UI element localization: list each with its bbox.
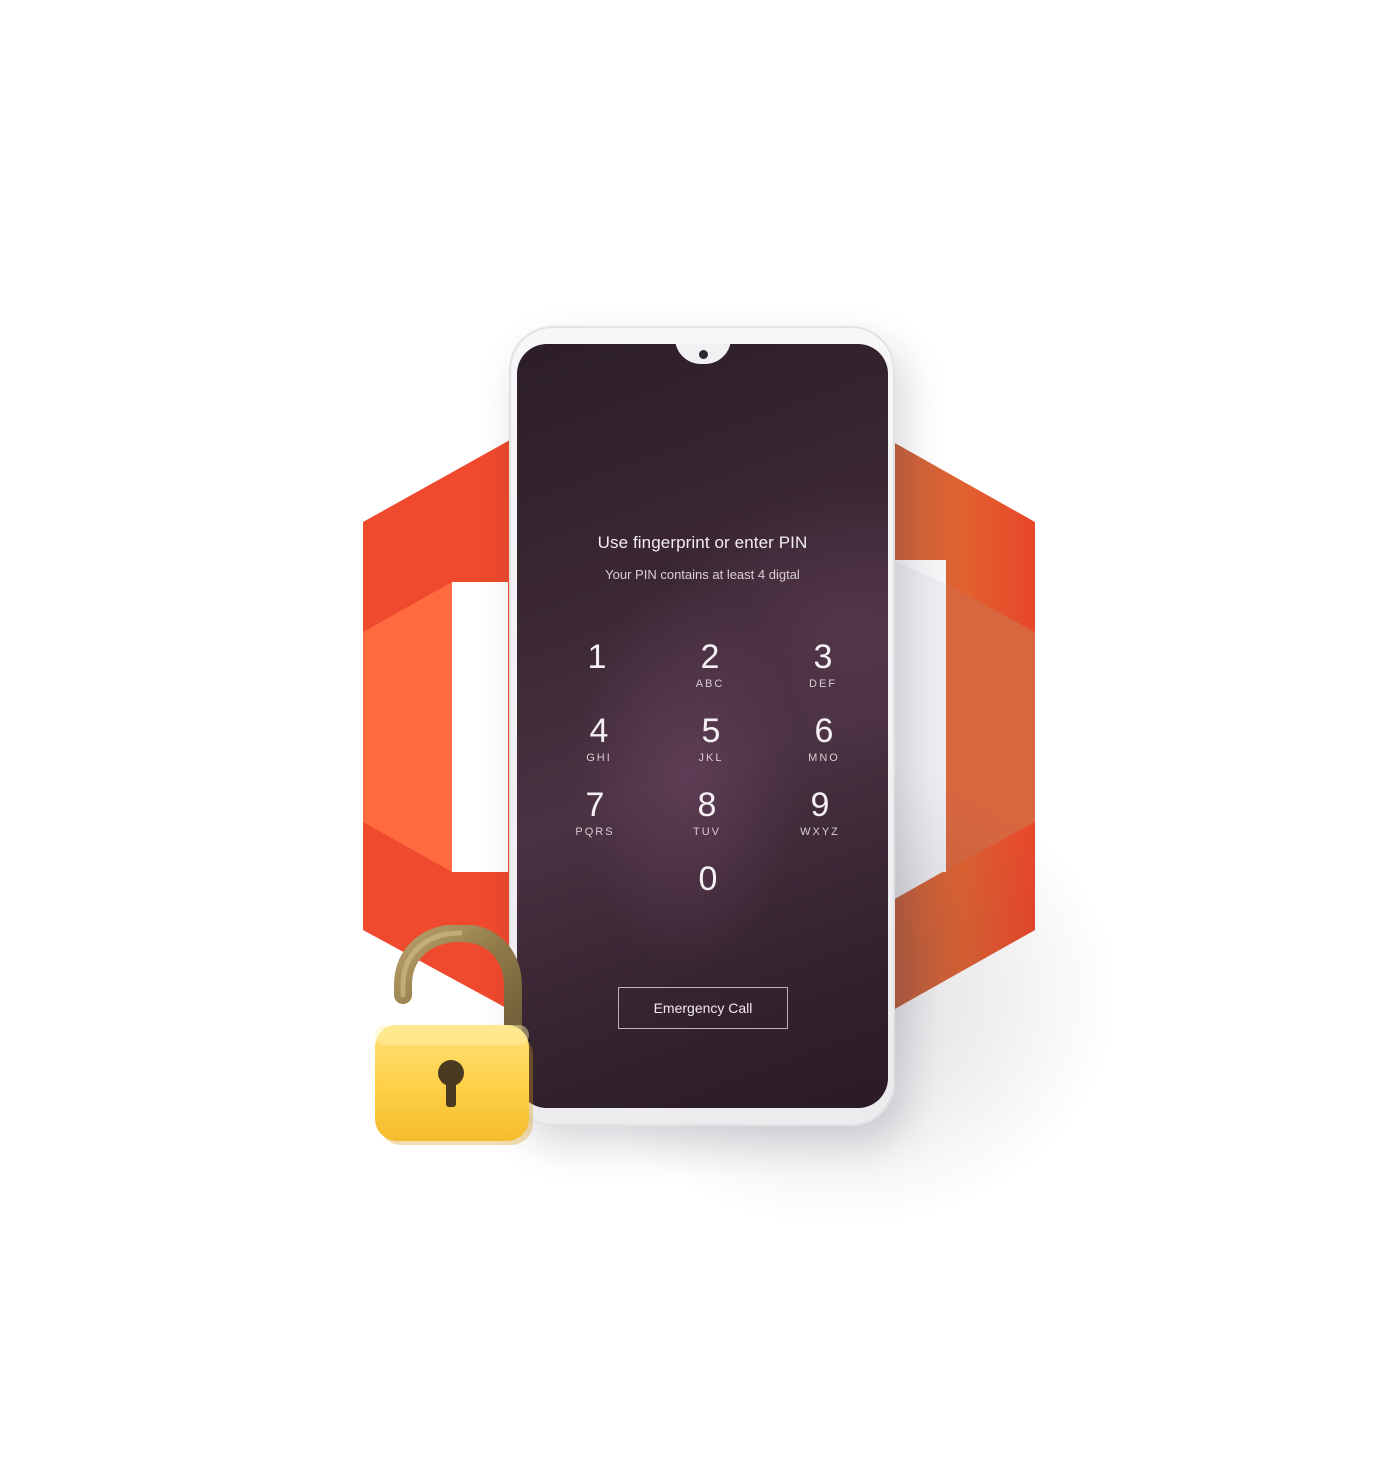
key-digit: 1 bbox=[587, 638, 607, 676]
key-digit: 8 bbox=[697, 786, 717, 824]
key-3[interactable]: 3 DEF bbox=[769, 638, 877, 708]
key-letters: JKL bbox=[698, 752, 724, 764]
key-9[interactable]: 9 WXYZ bbox=[766, 786, 874, 856]
key-digit: 3 bbox=[813, 638, 833, 676]
key-digit: 5 bbox=[701, 712, 721, 750]
key-digit: 0 bbox=[698, 860, 718, 898]
key-8[interactable]: 8 TUV bbox=[653, 786, 761, 856]
key-letters: GHI bbox=[586, 752, 612, 764]
key-digit: 4 bbox=[589, 712, 609, 750]
phone-device: Use fingerprint or enter PIN Your PIN co… bbox=[509, 326, 895, 1126]
lock-subtitle: Your PIN contains at least 4 digtal bbox=[605, 567, 800, 582]
key-letters: ABC bbox=[695, 678, 725, 690]
notch bbox=[675, 344, 731, 364]
key-digit: 6 bbox=[814, 712, 834, 750]
key-letters: DEF bbox=[809, 678, 837, 690]
illustration-stage: Use fingerprint or enter PIN Your PIN co… bbox=[0, 0, 1380, 1480]
lock-screen: Use fingerprint or enter PIN Your PIN co… bbox=[517, 344, 888, 1108]
padlock-unlocked-icon bbox=[375, 925, 533, 1145]
key-4[interactable]: 4 GHI bbox=[545, 712, 653, 782]
key-digit: 2 bbox=[700, 638, 720, 676]
key-2[interactable]: 2 ABC bbox=[656, 638, 764, 708]
key-7[interactable]: 7 PQRS bbox=[541, 786, 649, 856]
key-digit: 7 bbox=[585, 786, 605, 824]
key-0[interactable]: 0 bbox=[654, 860, 762, 930]
key-letters: WXYZ bbox=[800, 826, 840, 838]
key-5[interactable]: 5 JKL bbox=[657, 712, 765, 782]
key-6[interactable]: 6 MNO bbox=[770, 712, 878, 782]
front-camera-icon bbox=[699, 350, 708, 359]
key-letters: PQRS bbox=[575, 826, 615, 838]
key-letters: TUV bbox=[693, 826, 721, 838]
emergency-call-button[interactable]: Emergency Call bbox=[618, 987, 788, 1029]
key-digit: 9 bbox=[810, 786, 830, 824]
key-1[interactable]: 1 bbox=[543, 638, 651, 708]
lock-title: Use fingerprint or enter PIN bbox=[597, 533, 808, 552]
key-letters: MNO bbox=[808, 752, 840, 764]
